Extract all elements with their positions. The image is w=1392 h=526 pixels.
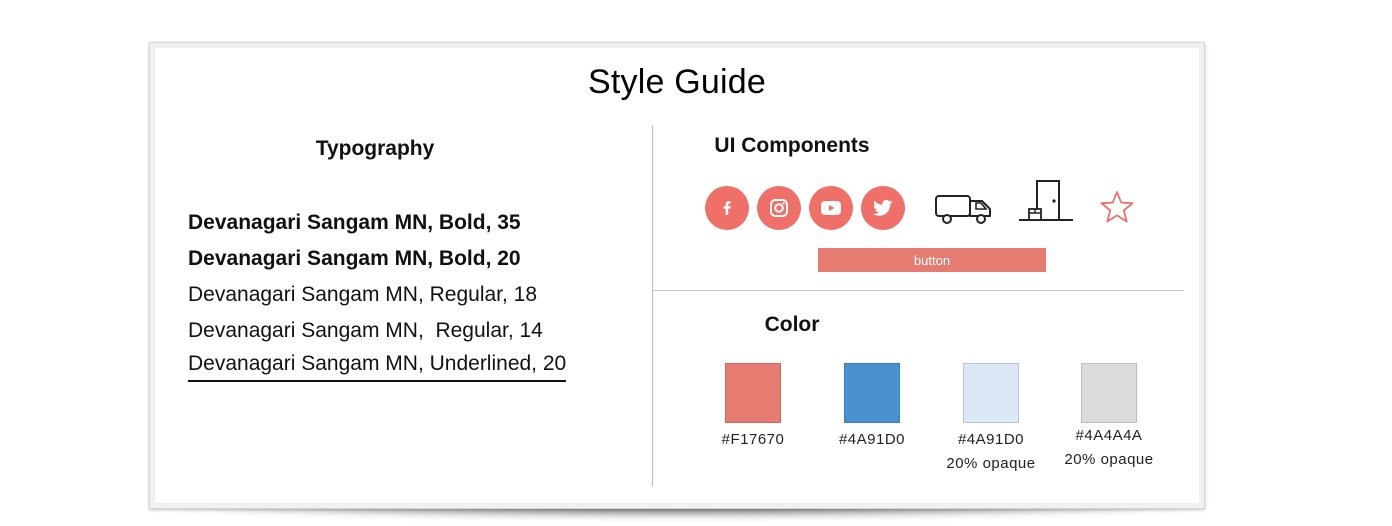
twitter-icon[interactable] xyxy=(861,186,905,230)
instagram-icon[interactable] xyxy=(757,186,801,230)
vertical-divider xyxy=(652,125,653,487)
typography-sample-bold-35: Devanagari Sangam MN, Bold, 35 xyxy=(188,211,521,234)
ui-components-heading: UI Components xyxy=(714,134,870,157)
horizontal-divider xyxy=(652,290,1184,291)
typography-sample-regular-14: Devanagari Sangam MN, Regular, 14 xyxy=(188,319,543,342)
swatch-hex-label: #4A91D0 xyxy=(838,431,906,448)
facebook-icon[interactable] xyxy=(705,186,749,230)
star-icon[interactable] xyxy=(1099,190,1135,229)
swatch-hex-label: #4A91D0 xyxy=(957,431,1025,448)
swatch-opacity-note: 20% opaque xyxy=(1064,451,1154,468)
delivery-truck-icon xyxy=(934,192,994,231)
youtube-icon[interactable] xyxy=(809,186,853,230)
color-swatch-group: #4A91D0 20% opaque xyxy=(936,363,1046,475)
style-guide-card: Style Guide Typography Devanagari Sangam… xyxy=(149,42,1205,509)
typography-heading: Typography xyxy=(315,137,435,160)
color-swatch xyxy=(844,363,900,423)
swatch-opacity-note: 20% opaque xyxy=(946,455,1036,472)
color-swatch xyxy=(725,363,781,423)
typography-sample-regular-18: Devanagari Sangam MN, Regular, 18 xyxy=(188,283,538,306)
canvas: Style Guide Typography Devanagari Sangam… xyxy=(0,0,1392,526)
color-swatch-group: #4A91D0 xyxy=(817,363,927,451)
typography-sample-bold-20: Devanagari Sangam MN, Bold, 20 xyxy=(188,247,521,270)
sample-button[interactable]: button xyxy=(818,248,1046,272)
color-swatch xyxy=(963,363,1019,423)
swatch-hex-label: #F17670 xyxy=(721,431,785,448)
color-swatch-group: #F17670 xyxy=(698,363,808,451)
swatch-hex-label: #4A4A4A xyxy=(1075,427,1143,444)
door-delivery-icon xyxy=(1017,178,1075,229)
color-swatch xyxy=(1081,363,1137,423)
typography-samples: Devanagari Sangam MN, Bold, 35 Devanagar… xyxy=(188,205,567,382)
color-swatch-group: #4A4A4A 20% opaque xyxy=(1054,363,1164,471)
color-heading: Color xyxy=(764,313,820,336)
typography-sample-underlined-20: Devanagari Sangam MN, Underlined, 20 xyxy=(188,349,567,382)
page-title: Style Guide xyxy=(588,63,766,101)
